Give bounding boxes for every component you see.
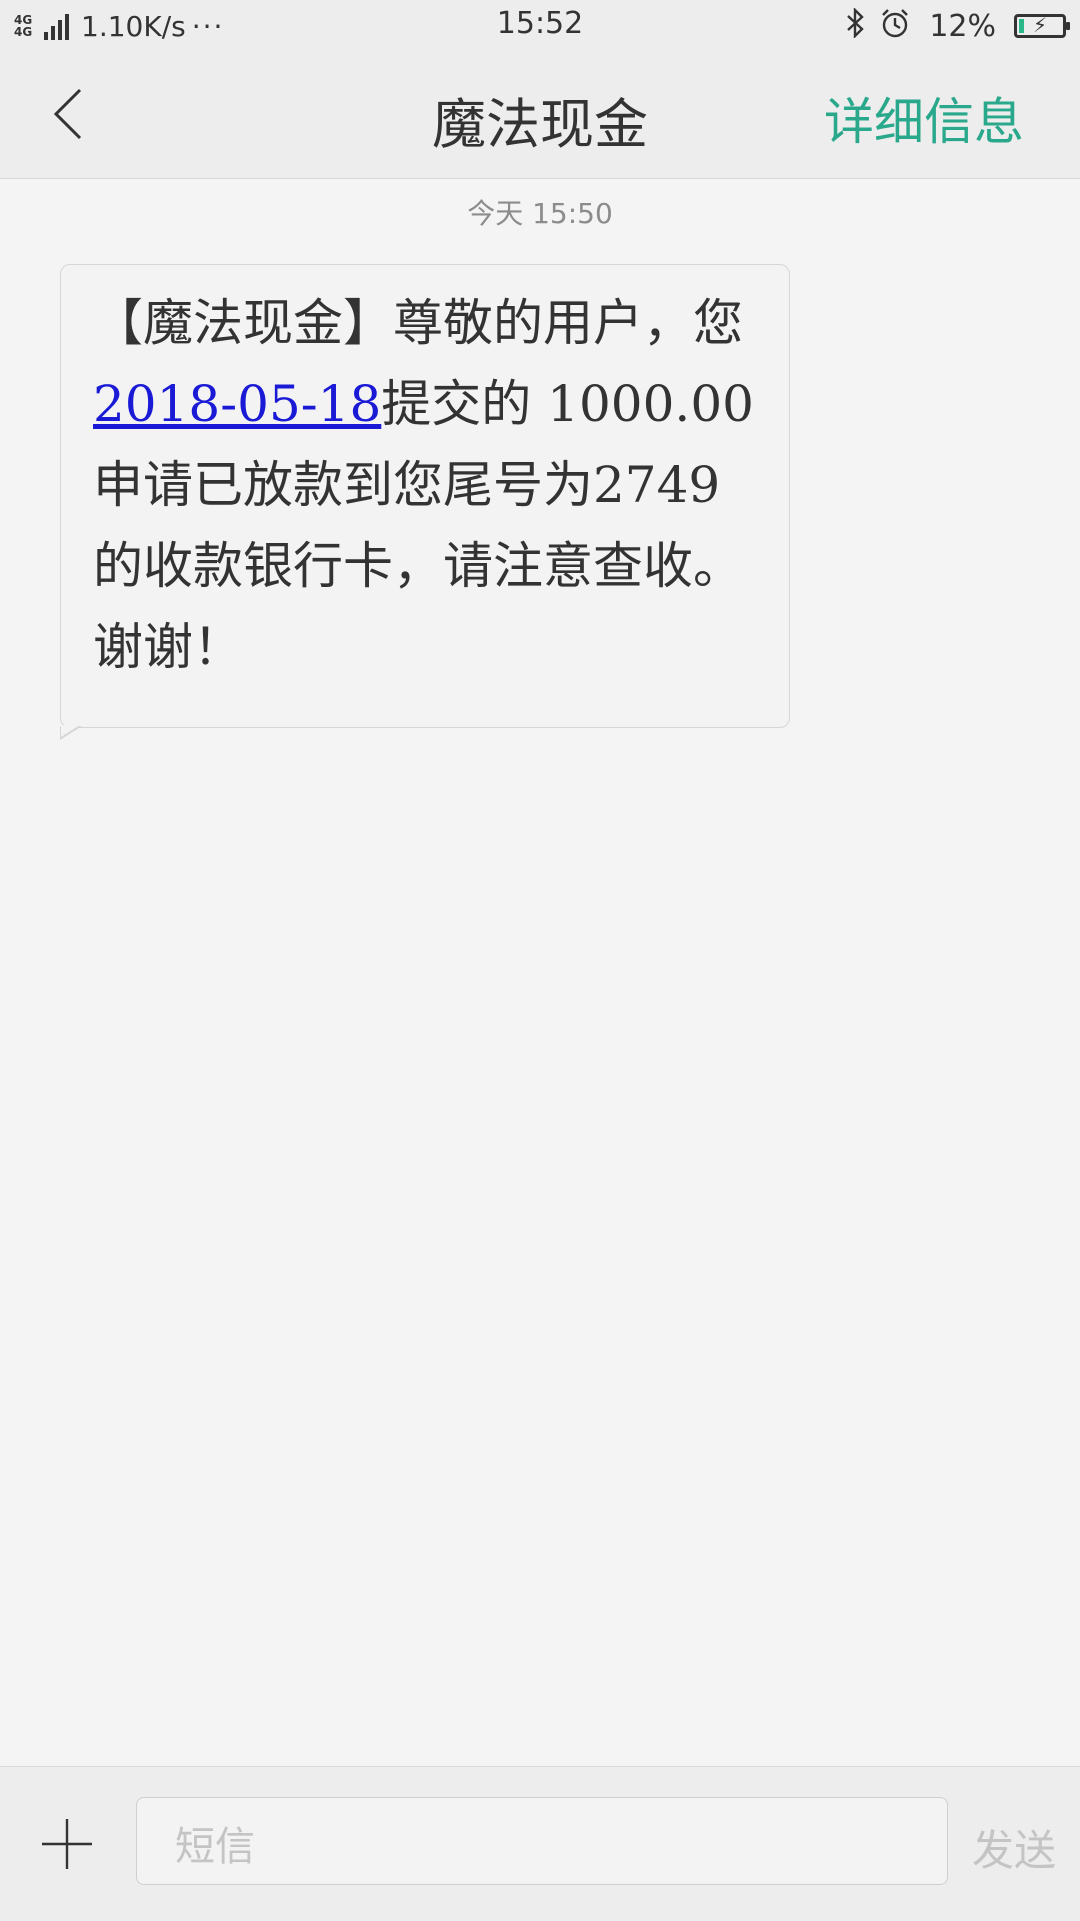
bubble-tail-inner	[61, 725, 80, 737]
plus-icon	[42, 1819, 92, 1869]
message-input[interactable]: 短信	[136, 1797, 948, 1885]
charging-icon: ⚡	[1032, 13, 1048, 37]
status-right: 12% ⚡	[843, 6, 1070, 46]
detail-info-button[interactable]: 详细信息	[824, 82, 1024, 154]
message-text-before-link: 【魔法现金】尊敬的用户，您	[93, 294, 743, 352]
battery-icon: ⚡	[1014, 13, 1070, 38]
attach-button[interactable]	[38, 1815, 96, 1873]
message-timestamp: 今天 15:50	[467, 197, 613, 230]
status-bar: 4G 4G 1.10K/s ··· 15:52 12% ⚡	[0, 0, 1080, 50]
date-link[interactable]: 2018-05-18	[93, 375, 381, 433]
message-bubble: 【魔法现金】尊敬的用户，您2018-05-18提交的 1000.00申请已放款到…	[60, 264, 790, 728]
message-text: 【魔法现金】尊敬的用户，您2018-05-18提交的 1000.00申请已放款到…	[93, 283, 757, 688]
bluetooth-icon	[843, 6, 867, 45]
send-button[interactable]: 发送	[972, 1817, 1056, 1878]
header: 魔法现金 详细信息	[0, 50, 1080, 179]
battery-percent: 12%	[929, 8, 996, 44]
composer-bar: 短信 发送	[0, 1766, 1080, 1921]
alarm-icon	[879, 7, 911, 46]
